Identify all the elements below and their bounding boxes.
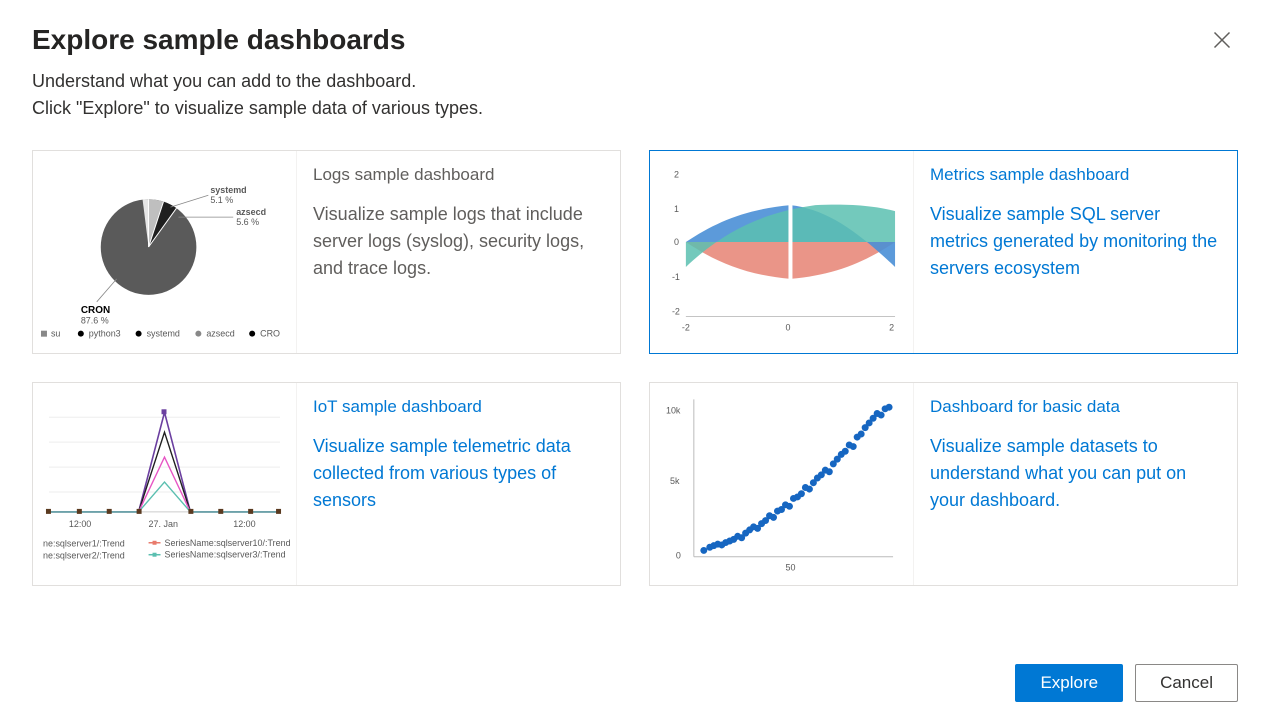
card-basic[interactable]: 10k 5k 0 50 Dashboard for basic data Vis… bbox=[649, 382, 1238, 586]
card-basic-desc: Visualize sample datasets to understand … bbox=[930, 433, 1219, 514]
card-iot[interactable]: 12:00 27. Jan 12:00 ne:sqlserver1/:Trend… bbox=[32, 382, 621, 586]
svg-text:5.6 %: 5.6 % bbox=[236, 217, 259, 227]
svg-text:50: 50 bbox=[785, 563, 795, 573]
svg-text:-1: -1 bbox=[672, 272, 680, 282]
svg-text:systemd: systemd bbox=[210, 185, 246, 195]
svg-text:1: 1 bbox=[674, 204, 679, 214]
card-iot-desc: Visualize sample telemetric data collect… bbox=[313, 433, 602, 514]
svg-text:0: 0 bbox=[676, 551, 681, 561]
svg-text:2: 2 bbox=[674, 169, 679, 179]
svg-text:87.6 %: 87.6 % bbox=[81, 316, 109, 326]
card-metrics-title: Metrics sample dashboard bbox=[930, 165, 1219, 185]
card-metrics-desc: Visualize sample SQL server metrics gene… bbox=[930, 201, 1219, 282]
card-logs-desc: Visualize sample logs that include serve… bbox=[313, 201, 602, 282]
dialog-button-row: Explore Cancel bbox=[1015, 664, 1238, 702]
svg-text:12:00: 12:00 bbox=[233, 519, 255, 529]
dashboard-cards-grid: systemd 5.1 % azsecd 5.6 % CRON 87.6 % s… bbox=[32, 150, 1238, 586]
explore-button[interactable]: Explore bbox=[1015, 664, 1123, 702]
card-logs-title: Logs sample dashboard bbox=[313, 165, 602, 185]
card-iot-title: IoT sample dashboard bbox=[313, 397, 602, 417]
svg-text:0: 0 bbox=[674, 237, 679, 247]
svg-text:ne:sqlserver1/:Trend: ne:sqlserver1/:Trend bbox=[43, 539, 125, 549]
svg-text:10k: 10k bbox=[666, 405, 681, 415]
card-iot-thumbnail: 12:00 27. Jan 12:00 ne:sqlserver1/:Trend… bbox=[33, 383, 297, 585]
card-logs-thumbnail: systemd 5.1 % azsecd 5.6 % CRON 87.6 % s… bbox=[33, 151, 297, 353]
svg-text:5.1 %: 5.1 % bbox=[210, 195, 233, 205]
svg-text:2: 2 bbox=[889, 323, 894, 333]
svg-text:CRO: CRO bbox=[260, 329, 280, 339]
close-button[interactable] bbox=[1206, 24, 1238, 59]
svg-text:CRON: CRON bbox=[81, 305, 110, 316]
page-subtitle-line2: Click "Explore" to visualize sample data… bbox=[32, 95, 483, 122]
card-metrics-thumbnail: 2 1 0 -1 -2 -2 0 2 bbox=[650, 151, 914, 353]
page-subtitle-line1: Understand what you can add to the dashb… bbox=[32, 68, 483, 95]
svg-text:0: 0 bbox=[785, 323, 790, 333]
card-metrics[interactable]: 2 1 0 -1 -2 -2 0 2 Metrics sample dashbo… bbox=[649, 150, 1238, 354]
svg-text:-2: -2 bbox=[672, 307, 680, 317]
svg-text:azsecd: azsecd bbox=[236, 207, 266, 217]
page-title: Explore sample dashboards bbox=[32, 24, 483, 56]
card-basic-title: Dashboard for basic data bbox=[930, 397, 1219, 417]
cancel-button[interactable]: Cancel bbox=[1135, 664, 1238, 702]
close-icon bbox=[1212, 30, 1232, 50]
svg-text:27. Jan: 27. Jan bbox=[149, 519, 178, 529]
svg-text:5k: 5k bbox=[670, 476, 680, 486]
svg-text:SeriesName:sqlserver3/:Trend: SeriesName:sqlserver3/:Trend bbox=[165, 550, 286, 560]
card-basic-thumbnail: 10k 5k 0 50 bbox=[650, 383, 914, 585]
svg-text:SeriesName:sqlserver10/:Trend: SeriesName:sqlserver10/:Trend bbox=[165, 538, 291, 548]
svg-text:12:00: 12:00 bbox=[69, 519, 91, 529]
card-logs[interactable]: systemd 5.1 % azsecd 5.6 % CRON 87.6 % s… bbox=[32, 150, 621, 354]
svg-text:su: su bbox=[51, 329, 60, 339]
svg-text:python3: python3 bbox=[89, 329, 121, 339]
svg-text:-2: -2 bbox=[682, 323, 690, 333]
svg-text:systemd: systemd bbox=[147, 329, 180, 339]
svg-text:ne:sqlserver2/:Trend: ne:sqlserver2/:Trend bbox=[43, 551, 125, 561]
svg-text:azsecd: azsecd bbox=[206, 329, 234, 339]
